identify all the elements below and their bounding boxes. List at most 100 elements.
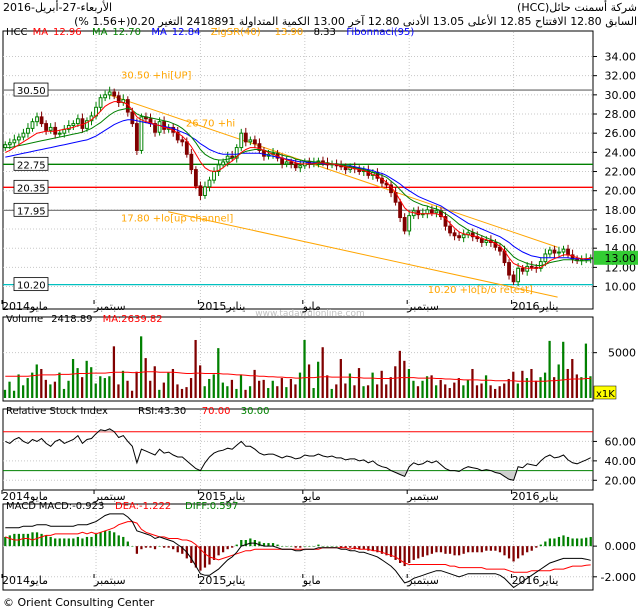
volume-bar (208, 378, 211, 398)
macd-diff-bar (221, 546, 225, 553)
macd-diff-bar (453, 546, 456, 556)
candle-body (7, 142, 12, 146)
volume-bar (162, 382, 165, 398)
macd-diff-bar (566, 536, 570, 547)
volume-bar (248, 386, 252, 398)
candle-body (461, 234, 466, 239)
volume-bar (221, 382, 224, 398)
macd-diff-bar (535, 546, 538, 548)
volume-bar (44, 379, 47, 398)
rsi-ytick-label: 20.00 (605, 474, 637, 487)
volume-bar (589, 376, 592, 398)
macd-diff-bar (235, 544, 238, 547)
macd-diff-bar (99, 532, 102, 547)
volume-bar (307, 364, 311, 398)
volume-bar (353, 385, 356, 398)
zigzag-annotation: 17.80 +lo[up channel] (121, 213, 233, 224)
candle-body (212, 171, 216, 181)
volume-bar (466, 379, 470, 398)
macd-diff-bar (471, 546, 474, 553)
macd-diff-bar (580, 538, 583, 547)
volume-bar (230, 379, 234, 398)
volume-bar (180, 388, 184, 398)
candle-body (107, 91, 112, 96)
volume-bar (76, 368, 79, 398)
volume-bar (126, 380, 129, 398)
price-legend-item: 12.96 (53, 27, 82, 38)
volume-bar (298, 372, 302, 398)
macd-xtick-label: سبتمبر (406, 574, 439, 587)
volume-bar (394, 366, 397, 398)
stock-chart: 34.00 32.00 30.00 28.00 26.00 24.00 22.00 20.00… (1, 27, 638, 591)
fib-level-label: 10.20 (17, 281, 46, 292)
volume-bar (199, 365, 202, 398)
volume-bar (326, 375, 329, 398)
candle-body (289, 161, 294, 165)
macd-diff-bar (76, 536, 80, 547)
macd-diff-bar (571, 538, 574, 547)
volume-bar (67, 380, 70, 398)
price-legend-item: 8.33 (314, 27, 336, 38)
macd-legend-item: MACD (6, 501, 36, 512)
macd-diff-bar (117, 535, 120, 547)
volume-bar (194, 339, 197, 398)
macd-diff-bar (539, 544, 542, 547)
macd-diff-bar (85, 536, 89, 547)
rsi-xtick-label: مايو (302, 490, 321, 503)
candle-body (284, 161, 289, 165)
macd-diff-bar (54, 538, 57, 547)
candle-body (561, 248, 566, 253)
macd-diff-bar (494, 546, 497, 551)
candle-body (398, 201, 403, 219)
volume-bar (40, 368, 43, 398)
volume-bar (176, 384, 179, 398)
volume-bar (439, 379, 442, 398)
macd-xtick-label: يناير2016 (512, 574, 559, 587)
price-legend-item: 13.90 (275, 27, 304, 38)
macd-diff-bar (349, 546, 352, 548)
rsi-panel-frame (2, 408, 594, 491)
volume-bar (253, 369, 256, 398)
volume-bar (453, 382, 456, 398)
ma-blue-line (5, 119, 591, 261)
volume-bar (376, 384, 379, 398)
candle-body (184, 141, 189, 155)
macd-diff-bar (417, 546, 420, 559)
volume-bar (94, 383, 97, 398)
macd-legend-item: DEA:-1.222 (115, 501, 171, 512)
macd-diff-bar (526, 546, 529, 553)
macd-diff-bar (26, 533, 30, 547)
candle-body (402, 217, 407, 232)
volume-bar (475, 385, 479, 398)
volume-bar (235, 388, 238, 398)
volume-bar (317, 361, 320, 398)
macd-diff-bar (294, 546, 297, 548)
volume-bar (330, 388, 333, 398)
macd-diff-bar (240, 540, 243, 547)
macd-diff-bar (108, 530, 111, 547)
volume-bar (81, 377, 84, 398)
volume-bar (212, 374, 215, 398)
price-xtick-label: يناير2016 (512, 300, 559, 313)
volume-bar (448, 388, 451, 398)
price-legend-item: 12.70 (112, 27, 141, 38)
candle-body (566, 248, 570, 256)
candle-body (157, 121, 162, 133)
macd-diff-bar (135, 546, 139, 554)
volume-bar (26, 378, 29, 398)
volume-bar (276, 386, 279, 398)
volume-bar (421, 380, 424, 398)
volume-bar (35, 364, 38, 398)
price-xtick-label: مايو (302, 300, 321, 313)
candle-body (189, 153, 194, 171)
macd-diff-bar (144, 546, 148, 548)
volume-bar (289, 378, 293, 398)
volume-bar (398, 350, 401, 398)
volume-bar (140, 336, 143, 398)
volume-bar (512, 371, 515, 398)
macd-diff-bar (49, 536, 52, 547)
volume-bar (171, 368, 175, 398)
volume-bar (49, 384, 52, 398)
fib-level-label: 22.75 (17, 160, 46, 171)
volume-bar (503, 383, 506, 398)
